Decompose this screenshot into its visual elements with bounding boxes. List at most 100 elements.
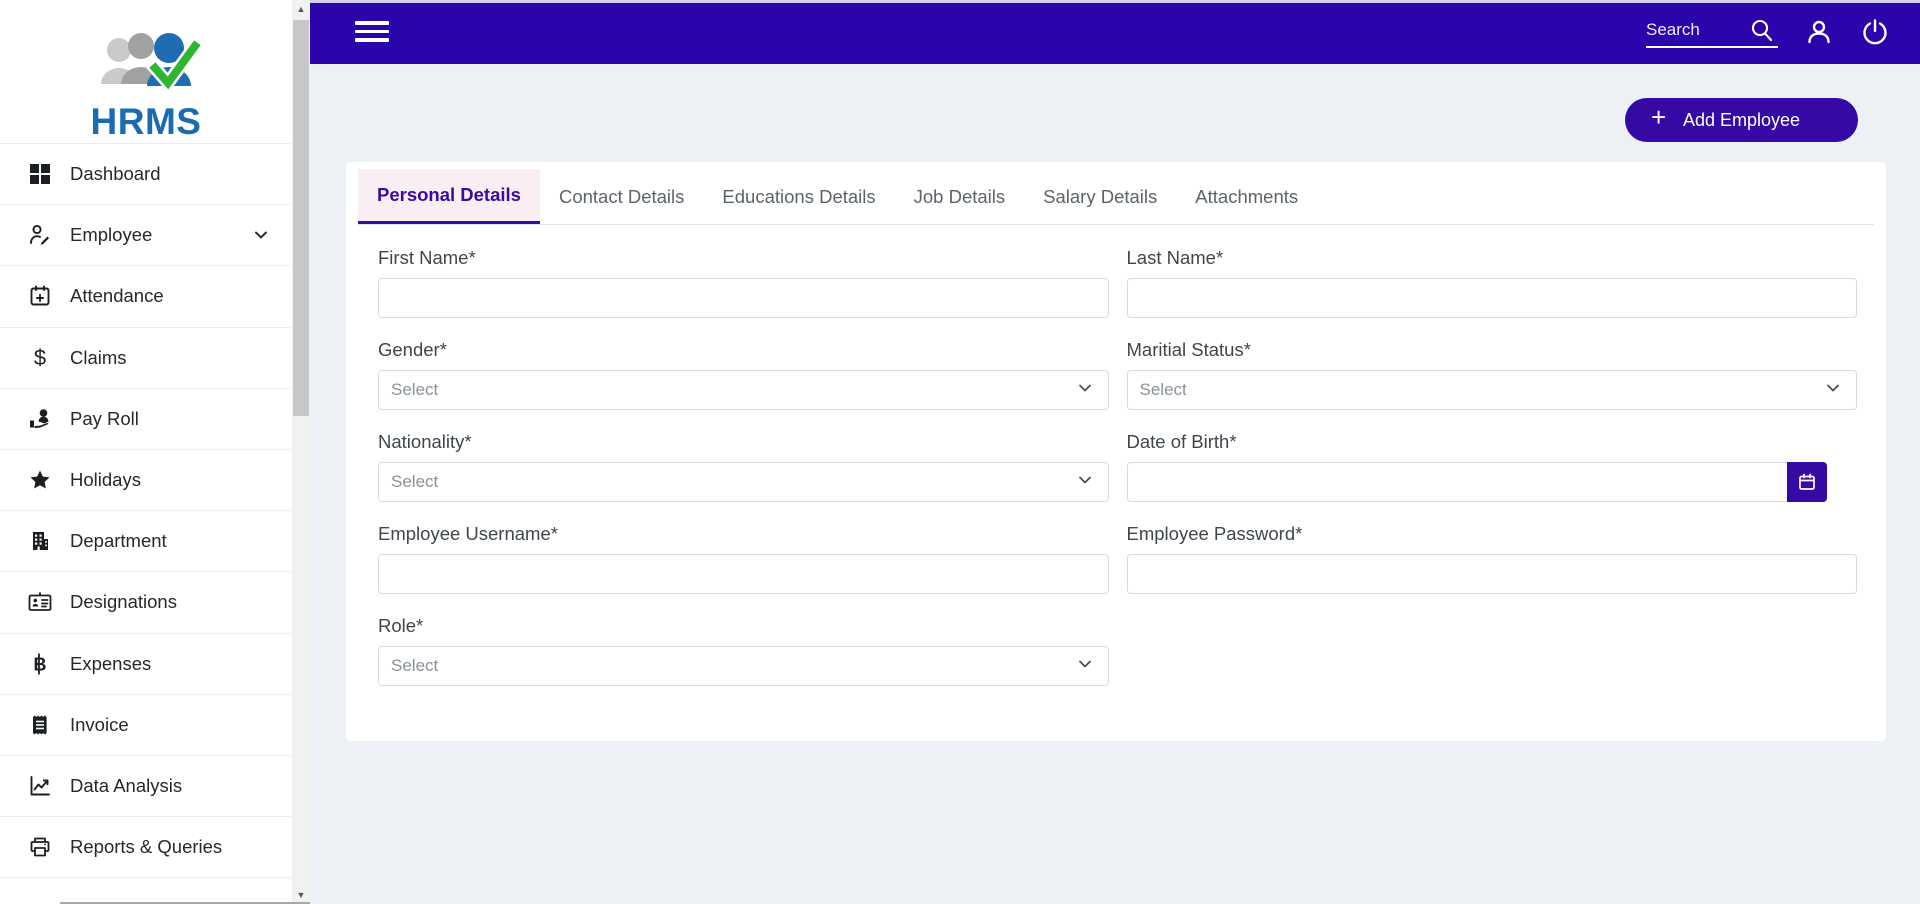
search-icon[interactable] xyxy=(1748,17,1775,44)
receipt-icon xyxy=(26,711,53,738)
user-icon[interactable] xyxy=(1804,17,1834,47)
calendar-icon[interactable] xyxy=(1787,462,1827,502)
employee-username-field-group: Employee Username* xyxy=(378,523,1109,594)
sidebar-item-employee[interactable]: Employee xyxy=(0,204,292,266)
employee-username-input[interactable] xyxy=(378,554,1109,594)
sidebar: HRMS Dashboard Employee Attendance $ Cla… xyxy=(0,0,310,904)
first-name-field-group: First Name* xyxy=(378,247,1109,318)
date-of-birth-label: Date of Birth* xyxy=(1126,431,1237,452)
role-label: Role* xyxy=(378,615,424,636)
chevron-down-icon xyxy=(1076,379,1094,402)
partial-icon xyxy=(26,896,53,904)
tab-job-details[interactable]: Job Details xyxy=(895,169,1025,224)
select-placeholder: Select xyxy=(391,472,439,491)
employee-password-field-group: Employee Password* xyxy=(1126,523,1857,594)
sidebar-item-invoice[interactable]: Invoice xyxy=(0,693,292,755)
sidebar-item-department[interactable]: Department xyxy=(0,510,292,572)
chevron-down-icon xyxy=(1824,379,1842,402)
scroll-down-arrow[interactable]: ▼ xyxy=(292,887,310,903)
tab-salary-details[interactable]: Salary Details xyxy=(1024,169,1176,224)
tab-label: Personal Details xyxy=(377,184,521,205)
sidebar-item-label: Claims xyxy=(70,346,127,368)
last-name-input[interactable] xyxy=(1126,278,1857,318)
last-name-field-group: Last Name* xyxy=(1126,247,1857,318)
sidebar-item-expenses[interactable]: B Expenses xyxy=(0,632,292,694)
sidebar-item-designations[interactable]: Designations xyxy=(0,571,292,633)
employee-username-label: Employee Username* xyxy=(378,523,558,544)
sidebar-item-holidays[interactable]: Holidays xyxy=(0,448,292,511)
tab-attachments[interactable]: Attachments xyxy=(1176,169,1317,224)
tab-label: Attachments xyxy=(1195,185,1299,207)
nationality-field-group: Nationality* Select xyxy=(378,431,1109,502)
sidebar-item-label: Designations xyxy=(70,591,177,613)
nationality-select[interactable]: Select xyxy=(378,462,1109,502)
search-input[interactable] xyxy=(1646,20,1748,40)
select-placeholder: Select xyxy=(391,656,439,675)
tab-educations-details[interactable]: Educations Details xyxy=(703,169,894,224)
employee-password-input[interactable] xyxy=(1126,554,1857,594)
calendar-add-icon xyxy=(26,283,53,310)
line-chart-icon xyxy=(26,772,53,799)
sidebar-item-label: Invoice xyxy=(70,713,129,735)
top-navbar xyxy=(310,0,1920,64)
sidebar-item-label: Expenses xyxy=(70,652,152,674)
chevron-down-icon xyxy=(252,226,270,244)
power-icon[interactable] xyxy=(1860,17,1890,47)
sidebar-item-attendance[interactable]: Attendance xyxy=(0,265,292,327)
id-card-icon xyxy=(26,589,53,616)
building-icon xyxy=(26,528,53,555)
sidebar-item-data-analysis[interactable]: Data Analysis xyxy=(0,754,292,817)
sidebar-item-label: Reports & Queries xyxy=(70,836,223,858)
sidebar-scrollbar[interactable]: ▲ ▼ xyxy=(292,0,310,904)
marital-status-field-group: Maritial Status* Select xyxy=(1126,339,1857,410)
sidebar-item-payroll[interactable]: Pay Roll xyxy=(0,387,292,449)
gender-field-group: Gender* Select xyxy=(378,339,1109,410)
select-placeholder: Select xyxy=(391,380,439,399)
people-check-logo-icon xyxy=(71,26,221,109)
sidebar-item-label: Holidays xyxy=(70,469,141,491)
sidebar-item-label: Attendance xyxy=(70,285,164,307)
scroll-up-arrow[interactable]: ▲ xyxy=(292,1,310,17)
app-logo: HRMS xyxy=(0,0,292,143)
baht-currency-icon: B xyxy=(26,650,53,677)
tab-bar: Personal Details Contact Details Educati… xyxy=(358,169,1874,225)
add-employee-button[interactable]: + Add Employee xyxy=(1625,98,1858,142)
sidebar-item-label: Pay Roll xyxy=(70,407,139,429)
first-name-input[interactable] xyxy=(378,278,1109,318)
employee-form-card: Personal Details Contact Details Educati… xyxy=(346,162,1886,741)
dollar-icon: $ xyxy=(26,344,53,371)
role-field-group: Role* Select xyxy=(378,615,1109,686)
date-of-birth-input[interactable] xyxy=(1126,462,1787,502)
tab-label: Job Details xyxy=(913,185,1006,207)
scrollbar-thumb[interactable] xyxy=(293,20,309,416)
add-employee-label: Add Employee xyxy=(1682,109,1801,130)
tab-personal-details[interactable]: Personal Details xyxy=(358,169,540,224)
chevron-down-icon xyxy=(1076,655,1094,678)
employee-password-label: Employee Password* xyxy=(1126,523,1303,544)
personal-details-form: First Name* Last Name* Gender* Select Ma… xyxy=(378,247,1857,707)
marital-status-select[interactable]: Select xyxy=(1126,370,1857,410)
select-placeholder: Select xyxy=(1139,380,1187,399)
dashboard-grid-icon xyxy=(26,161,53,188)
role-select[interactable]: Select xyxy=(378,646,1109,686)
sidebar-item-dashboard[interactable]: Dashboard xyxy=(0,143,292,205)
sidebar-item-reports-queries[interactable]: Reports & Queries xyxy=(0,816,292,878)
sidebar-item-claims[interactable]: $ Claims xyxy=(0,326,292,388)
sidebar-nav: Dashboard Employee Attendance $ Claims P… xyxy=(0,143,292,904)
sidebar-item-partial[interactable] xyxy=(0,877,292,904)
tab-label: Salary Details xyxy=(1043,185,1158,207)
menu-icon[interactable] xyxy=(355,21,389,47)
gender-label: Gender* xyxy=(378,339,447,360)
sidebar-item-label: Dashboard xyxy=(70,163,161,185)
sidebar-item-label: Employee xyxy=(70,224,153,246)
sidebar-item-label: Data Analysis xyxy=(70,774,183,796)
svg-text:B: B xyxy=(33,654,46,674)
date-of-birth-field-group: Date of Birth* xyxy=(1126,431,1858,502)
gender-select[interactable]: Select xyxy=(378,370,1109,410)
nationality-label: Nationality* xyxy=(378,431,472,452)
svg-text:$: $ xyxy=(33,346,45,370)
empty-cell xyxy=(1127,615,1858,686)
sidebar-item-label: Department xyxy=(70,530,167,552)
chevron-down-icon xyxy=(1076,471,1094,494)
tab-contact-details[interactable]: Contact Details xyxy=(540,169,703,224)
